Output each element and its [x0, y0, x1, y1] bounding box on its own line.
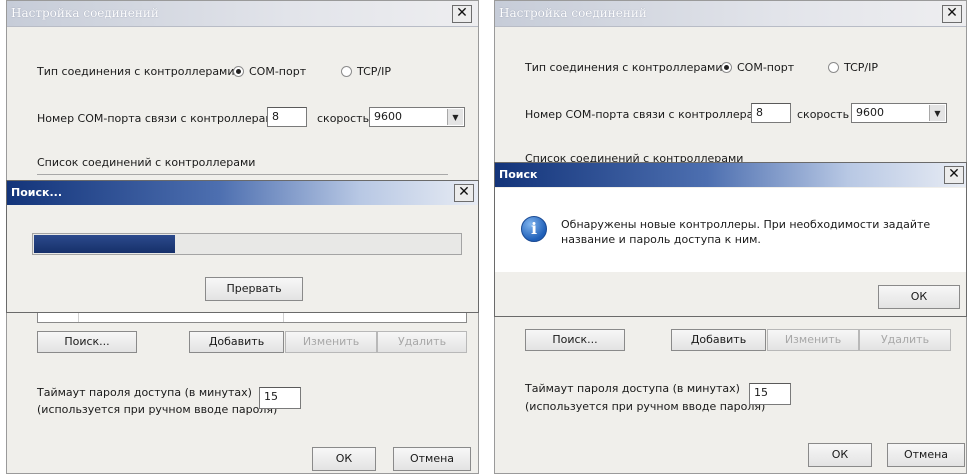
- info-icon: i: [521, 216, 547, 242]
- left-search-dialog-titlebar: Поиск...: [7, 181, 478, 205]
- left-abort-button[interactable]: Прервать: [205, 277, 303, 301]
- left-search-progress-fill: [34, 235, 176, 253]
- left-radio-com-label: COM-порт: [249, 65, 307, 78]
- right-timeout-input[interactable]: 15: [749, 383, 791, 405]
- left-search-dialog: Поиск... ✕ Прервать: [6, 180, 479, 313]
- left-speed-select[interactable]: 9600 ▼: [369, 107, 465, 127]
- left-window-titlebar: Настройка соединений ✕: [7, 1, 478, 27]
- left-cancel-button[interactable]: Отмена: [393, 447, 471, 471]
- right-window-titlebar: Настройка соединений ✕: [495, 1, 966, 27]
- right-message-line-2: название и пароль доступа к ним.: [561, 233, 761, 246]
- right-radio-com-port[interactable]: [721, 62, 732, 73]
- right-message-dialog: Поиск ✕ i Обнаружены новые контроллеры. …: [494, 162, 967, 317]
- right-speed-label: скорость: [797, 108, 850, 121]
- right-radio-com-label: COM-порт: [737, 61, 795, 74]
- left-radio-tcp-label: TCP/IP: [357, 65, 391, 78]
- right-timeout-label-2: (используется при ручном вводе пароля): [525, 400, 766, 413]
- right-conn-type-label: Тип соединения с контроллерами: [525, 61, 723, 74]
- left-search-dialog-close-icon[interactable]: ✕: [454, 184, 474, 202]
- right-ok-button[interactable]: ОК: [808, 443, 872, 467]
- left-conn-type-label: Тип соединения с контроллерами: [37, 65, 235, 78]
- left-search-progress-bar: [32, 233, 462, 255]
- left-com-port-label: Номер COM-порта связи с контроллерами: [37, 112, 281, 125]
- right-message-line-1: Обнаружены новые контроллеры. При необхо…: [561, 218, 931, 231]
- left-com-port-input[interactable]: 8: [267, 107, 307, 127]
- left-search-button[interactable]: Поиск...: [37, 331, 137, 353]
- right-speed-select[interactable]: 9600 ▼: [851, 103, 947, 123]
- right-com-port-input[interactable]: 8: [751, 103, 791, 123]
- right-message-ok-button[interactable]: ОК: [878, 285, 960, 309]
- right-add-button[interactable]: Добавить: [671, 329, 766, 351]
- right-com-port-label: Номер COM-порта связи с контроллерами: [525, 108, 769, 121]
- left-timeout-label-1: Таймаут пароля доступа (в минутах): [37, 386, 252, 399]
- left-edit-button[interactable]: Изменить: [285, 331, 377, 353]
- right-delete-button[interactable]: Удалить: [859, 329, 951, 351]
- left-ok-button[interactable]: ОК: [312, 447, 376, 471]
- right-window-close-icon[interactable]: ✕: [942, 5, 962, 23]
- left-radio-com-port[interactable]: [233, 66, 244, 77]
- left-radio-tcpip[interactable]: [341, 66, 352, 77]
- right-message-dialog-titlebar: Поиск: [495, 163, 966, 187]
- left-add-button[interactable]: Добавить: [189, 331, 284, 353]
- left-list-label: Список соединений с контроллерами: [37, 156, 256, 169]
- left-timeout-input[interactable]: 15: [259, 387, 301, 409]
- left-search-dialog-title: Поиск...: [11, 186, 62, 199]
- left-delete-button[interactable]: Удалить: [377, 331, 467, 353]
- right-speed-dropdown-icon[interactable]: ▼: [929, 105, 945, 121]
- left-speed-label: скорость: [317, 112, 370, 125]
- left-timeout-label-2: (используется при ручном вводе пароля): [37, 403, 278, 416]
- right-timeout-label-1: Таймаут пароля доступа (в минутах): [525, 382, 740, 395]
- right-speed-value: 9600: [856, 106, 884, 119]
- right-window-title: Настройка соединений: [499, 6, 647, 20]
- left-window-title: Настройка соединений: [11, 6, 159, 20]
- right-message-area: i Обнаружены новые контроллеры. При необ…: [495, 188, 966, 272]
- right-message-dialog-close-icon[interactable]: ✕: [944, 166, 964, 184]
- left-speed-value: 9600: [374, 110, 402, 123]
- right-search-button[interactable]: Поиск...: [525, 329, 625, 351]
- right-cancel-button[interactable]: Отмена: [887, 443, 965, 467]
- right-radio-tcpip[interactable]: [828, 62, 839, 73]
- right-message-dialog-title: Поиск: [499, 168, 538, 181]
- right-edit-button[interactable]: Изменить: [767, 329, 859, 351]
- left-window-close-icon[interactable]: ✕: [452, 5, 472, 23]
- right-radio-tcp-label: TCP/IP: [844, 61, 878, 74]
- left-speed-dropdown-icon[interactable]: ▼: [447, 109, 463, 125]
